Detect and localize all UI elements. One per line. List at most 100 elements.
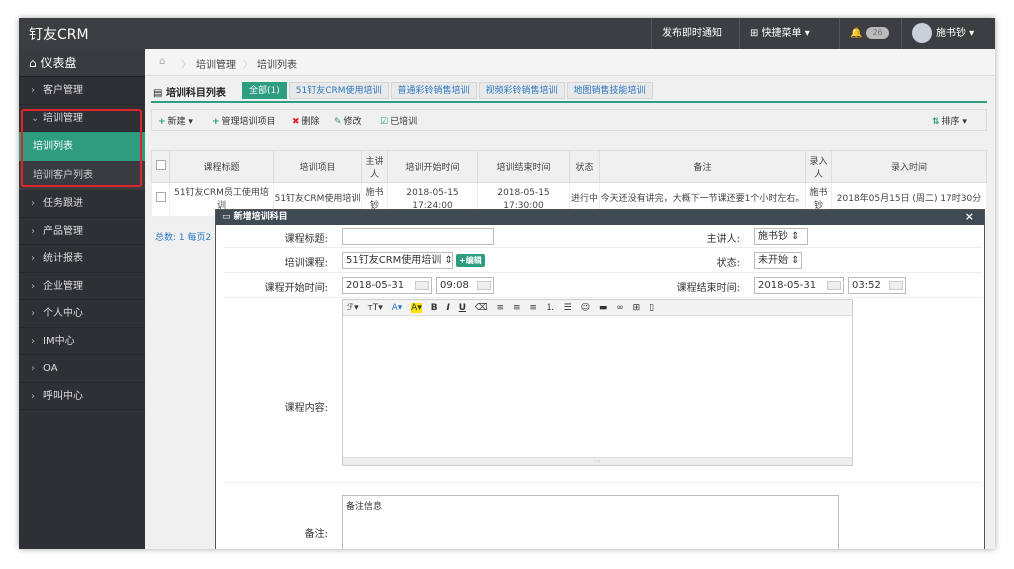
unordered-list-icon[interactable]: ☰ <box>564 303 572 313</box>
bold-icon[interactable]: B <box>431 303 438 313</box>
sidebar-item-label: IM中心 <box>43 335 75 347</box>
close-icon[interactable]: × <box>965 209 974 224</box>
start-date-input[interactable]: 2018-05-31 <box>342 277 432 294</box>
italic-icon[interactable]: I <box>446 303 449 313</box>
sidebar-item-callcenter[interactable]: › 呼叫中心 <box>19 383 145 410</box>
font-size-icon[interactable]: ᴛT▾ <box>367 303 382 313</box>
sidebar-item-oa[interactable]: › OA <box>19 355 145 383</box>
highlight-icon[interactable]: A▾ <box>411 303 422 313</box>
editor-resize-handle[interactable]: ⋯ <box>343 457 852 465</box>
chevron-right-icon: › <box>31 280 35 292</box>
align-left-icon[interactable]: ≡ <box>497 303 505 313</box>
course-value: 51钉友CRM使用培训 <box>346 255 442 266</box>
course-select[interactable]: 51钉友CRM使用培训 ⇕ <box>342 252 453 269</box>
row-checkbox[interactable] <box>151 182 170 217</box>
tab-video-ringtone-training[interactable]: 视频彩铃销售培训 <box>478 82 565 99</box>
rich-text-editor[interactable]: ℱ▾ ᴛT▾ A▾ A▾ B I U ⌫ ≡ ≡ ≡ ⒈ ☰ ☺ ▬ ∞ ⊞ ▯… <box>342 299 853 466</box>
end-time-input[interactable]: 03:52 <box>848 277 906 294</box>
chevron-right-icon: › <box>31 225 35 237</box>
user-name: 施书钞 <box>936 28 966 39</box>
sidebar-item-enterprise[interactable]: › 企业管理 <box>19 273 145 300</box>
sidebar-item-label: 仪表盘 <box>40 56 77 70</box>
tab-crm-training[interactable]: 51钉友CRM使用培训 <box>288 82 389 99</box>
delete-button[interactable]: ✖ 删除 <box>292 114 320 127</box>
sort-button[interactable]: ⇅ 排序 ▾ <box>932 114 967 127</box>
sidebar-item-products[interactable]: › 产品管理 <box>19 218 145 245</box>
column-header[interactable]: 培训结束时间 <box>477 150 570 183</box>
tab-all[interactable]: 全部(1) <box>242 82 287 99</box>
notice-label: 发布即时通知 <box>662 28 722 39</box>
calendar-icon[interactable] <box>415 281 429 290</box>
tab-ringtone-training[interactable]: 普通彩铃销售培训 <box>390 82 477 99</box>
highlight-box <box>21 109 142 187</box>
source-icon[interactable]: ▯ <box>649 303 654 313</box>
start-time-input[interactable]: 09:08 <box>436 277 494 294</box>
column-header[interactable]: 主讲人 <box>361 150 388 183</box>
sidebar-item-label: 企业管理 <box>43 280 83 292</box>
clock-icon[interactable] <box>889 281 903 290</box>
tab-map-training[interactable]: 地图销售技能培训 <box>566 82 653 99</box>
sidebar-item-reports[interactable]: › 统计报表 <box>19 245 145 273</box>
speaker-select[interactable]: 施书钞 ⇕ <box>754 228 808 245</box>
align-right-icon[interactable]: ≡ <box>529 303 537 313</box>
breadcrumb-separator: 〉 <box>243 60 253 71</box>
sidebar-item-dashboard[interactable]: ⌂ 仪表盘 <box>19 49 145 77</box>
underline-icon[interactable]: U <box>459 303 466 313</box>
font-family-icon[interactable]: ℱ▾ <box>347 303 359 313</box>
manage-projects-button[interactable]: + 管理培训项目 <box>212 114 276 127</box>
divider <box>224 482 982 483</box>
emoji-icon[interactable]: ☺ <box>581 303 590 313</box>
edit-button[interactable]: ✎ 修改 <box>334 114 362 127</box>
training-table: 课程标题 培训项目 主讲人 培训开始时间 培训结束时间 状态 备注 录入人 录入… <box>151 150 987 217</box>
edit-label: 修改 <box>343 117 362 127</box>
calendar-icon[interactable] <box>827 281 841 290</box>
sidebar-item-tasks[interactable]: › 任务跟进 <box>19 190 145 218</box>
sidebar-item-label: 个人中心 <box>43 308 83 319</box>
column-header[interactable]: 备注 <box>599 150 806 183</box>
sidebar-item-customers[interactable]: › 客户管理 <box>19 77 145 105</box>
remark-textarea[interactable]: 备注信息 <box>342 495 839 549</box>
edit-course-button[interactable]: +编辑 <box>456 254 485 267</box>
select-all-checkbox[interactable] <box>151 150 170 183</box>
clock-icon[interactable] <box>477 281 491 290</box>
chevron-right-icon: › <box>31 390 35 402</box>
brand-logo[interactable]: 钉友CRM <box>29 24 89 44</box>
sidebar-item-label: 统计报表 <box>43 253 83 264</box>
sidebar-item-label: 任务跟进 <box>43 198 83 209</box>
font-color-icon[interactable]: A▾ <box>392 303 403 313</box>
table-icon[interactable]: ⊞ <box>633 303 641 313</box>
course-title-input[interactable] <box>342 228 494 245</box>
plus-icon: + <box>212 117 220 127</box>
eraser-icon[interactable]: ⌫ <box>475 303 488 313</box>
sidebar-item-personal[interactable]: › 个人中心 <box>19 300 145 328</box>
editor-toolbar: ℱ▾ ᴛT▾ A▾ A▾ B I U ⌫ ≡ ≡ ≡ ⒈ ☰ ☺ ▬ ∞ ⊞ ▯ <box>343 300 852 316</box>
trained-label: 已培训 <box>390 117 418 127</box>
image-icon[interactable]: ▬ <box>599 303 608 313</box>
sidebar-item-im[interactable]: › IM中心 <box>19 328 145 355</box>
breadcrumb-training[interactable]: 培训管理 <box>196 56 236 71</box>
link-icon[interactable]: ∞ <box>616 303 624 313</box>
trained-button[interactable]: ☑ 已培训 <box>380 114 417 127</box>
notice-button[interactable]: 发布即时通知 <box>651 18 739 49</box>
form-row: 培训课程: 51钉友CRM使用培训 ⇕ +编辑 状态: 未开始 ⇕ <box>224 248 982 273</box>
app-window: 钉友CRM 发布即时通知 ⊞ 快捷菜单 ▾ 🔔 26 施书钞 ▾ ⌂ 仪表盘 › 客… <box>19 18 995 549</box>
align-center-icon[interactable]: ≡ <box>513 303 521 313</box>
notifications-button[interactable]: 🔔 26 <box>839 18 901 49</box>
user-menu[interactable]: 施书钞 ▾ <box>901 18 995 49</box>
column-header[interactable]: 培训开始时间 <box>387 150 478 183</box>
speaker-label: 主讲人: <box>706 234 740 245</box>
checklist-icon: ☑ <box>380 117 389 127</box>
status-select[interactable]: 未开始 ⇕ <box>754 252 802 269</box>
content-label: 课程内容: <box>284 403 328 414</box>
quick-menu-button[interactable]: ⊞ 快捷菜单 ▾ <box>739 18 839 49</box>
ordered-list-icon[interactable]: ⒈ <box>546 303 555 313</box>
column-header[interactable]: 培训项目 <box>273 150 362 183</box>
home-icon[interactable]: ⌂ <box>159 56 165 67</box>
pagination-total: 总数: 1 每页2 <box>155 233 212 243</box>
column-header[interactable]: 状态 <box>569 150 600 183</box>
column-header[interactable]: 课程标题 <box>169 150 274 183</box>
column-header[interactable]: 录入时间 <box>831 150 987 183</box>
end-date-input[interactable]: 2018-05-31 <box>754 277 844 294</box>
new-button[interactable]: + 新建 ▾ <box>158 114 193 127</box>
column-header[interactable]: 录入人 <box>805 150 832 183</box>
